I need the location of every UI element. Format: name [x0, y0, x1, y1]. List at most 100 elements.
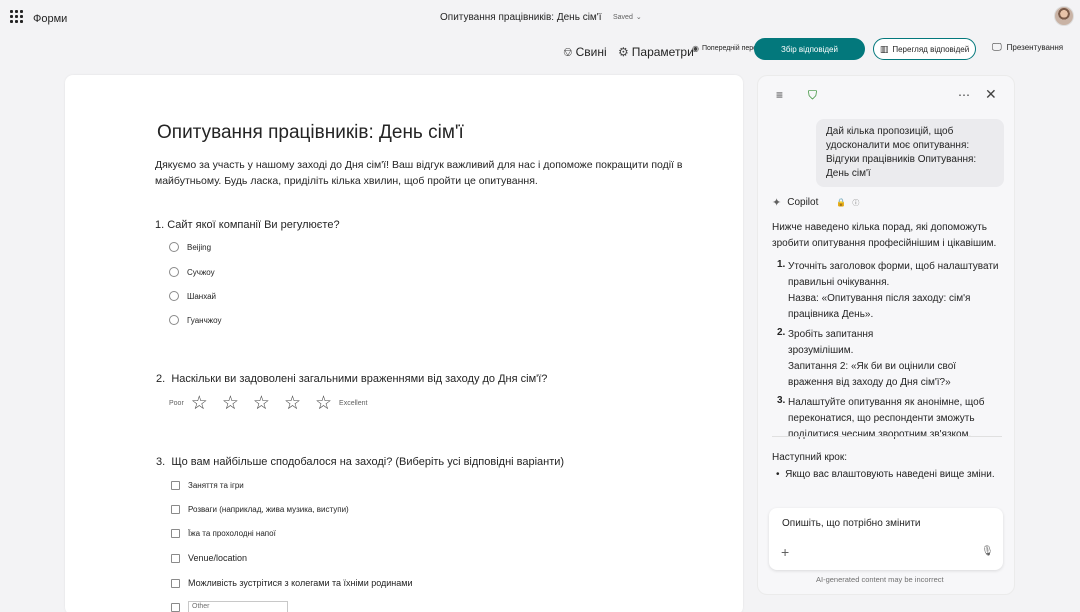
q3-option[interactable]: Venue/location — [171, 553, 247, 563]
theme-label: Свині — [575, 45, 607, 59]
option-label: Можливість зустрітися з колегами та їхні… — [188, 578, 413, 588]
saved-label: Saved — [613, 14, 633, 21]
radio-button[interactable] — [169, 267, 179, 277]
eye-icon: ◉ — [692, 43, 699, 53]
bullet-icon: • — [776, 469, 780, 480]
review-label: Перегляд відповідей — [892, 44, 970, 54]
copilot-intro: Нижче наведено кілька порад, які допомож… — [772, 222, 997, 249]
form-title[interactable]: Опитування працівників: День сім'ї — [157, 122, 464, 144]
chart-icon: ▥ — [879, 43, 889, 54]
q3-option[interactable]: Їжа та прохолодні напої — [171, 529, 276, 538]
tip-2-detail: Запитання 2: «Як би ви оцінили свої враж… — [788, 361, 957, 388]
avatar[interactable] — [1054, 6, 1074, 26]
question-2-title[interactable]: 2. Наскільки ви задоволені загальними вр… — [156, 373, 547, 385]
radio-button[interactable] — [169, 315, 179, 325]
checkbox[interactable] — [171, 529, 180, 538]
other-input[interactable]: Other — [188, 601, 288, 612]
collect-label: Збір відповідей — [781, 44, 838, 54]
rating-low-label: Poor — [169, 400, 184, 407]
checkbox[interactable] — [171, 553, 180, 563]
option-label: Venue/location — [188, 553, 248, 563]
radio-button[interactable] — [169, 291, 179, 301]
radio-button[interactable] — [169, 242, 179, 252]
saved-status[interactable]: Saved ⌄ — [613, 13, 642, 21]
copilot-icon: ✦ — [772, 197, 782, 209]
top-bar: Форми Опитування працівників: День сім'ї… — [0, 0, 1080, 36]
q1-option[interactable]: Гуанчжоу — [169, 315, 221, 325]
lock-icon: 🔒 — [836, 198, 847, 207]
question-3-title[interactable]: 3. Що вам найбільше сподобалося на заход… — [156, 456, 564, 468]
copilot-composer[interactable]: Опишіть, що потрібно змінити + 🎙 — [769, 508, 1003, 570]
close-icon[interactable]: ✕ — [985, 86, 997, 103]
option-label: Заняття та ігри — [188, 481, 244, 490]
present-label: Презентування — [1006, 43, 1064, 52]
star-icon[interactable]: ☆ — [315, 394, 332, 413]
palette-icon: ⎊ — [563, 44, 573, 59]
review-responses-button[interactable]: ▥ Перегляд відповідей — [873, 38, 976, 60]
plus-icon[interactable]: + — [781, 544, 789, 560]
settings-button[interactable]: ⚙ Параметри — [618, 40, 694, 64]
app-launcher-icon[interactable] — [10, 10, 24, 24]
q3-option-other[interactable]: Other — [171, 601, 288, 612]
tip-number: 3. — [777, 395, 786, 406]
chevron-down-icon: ⌄ — [635, 14, 642, 21]
monitor-icon: 🖵 — [992, 42, 1002, 53]
ai-disclaimer: AI-generated content may be incorrect — [816, 575, 944, 584]
tip-1-detail: Назва: «Опитування після заходу: сім'я п… — [788, 293, 971, 320]
checkbox[interactable] — [171, 578, 180, 588]
composer-placeholder[interactable]: Опишіть, що потрібно змінити — [782, 518, 921, 529]
next-step-text: Якщо вас влаштовують наведені вище зміни… — [785, 469, 995, 480]
q3-option[interactable]: Розваги (наприклад, жива музика, виступи… — [171, 505, 349, 514]
star-icon[interactable]: ☆ — [284, 394, 301, 413]
divider — [772, 436, 1002, 437]
question-number: 3. — [156, 456, 166, 468]
question-1-title[interactable]: 1. Сайт якої компанії Ви регулюєте? — [155, 219, 340, 231]
app-name[interactable]: Форми — [33, 13, 67, 25]
rating-high-label: Excellent — [339, 400, 368, 407]
option-label: Гуанчжоу — [187, 315, 222, 325]
menu-icon[interactable]: ≡ — [776, 88, 783, 102]
user-message: Дай кілька пропозицій, щоб удосконалити … — [816, 119, 1004, 187]
option-label: Розваги (наприклад, жива музика, виступи… — [188, 505, 349, 514]
q1-option[interactable]: Сучжоу — [169, 267, 215, 277]
question-text: Що вам найбільше сподобалося на заході? … — [171, 456, 565, 468]
tip-number: 1. — [777, 259, 786, 270]
question-number: 2. — [156, 373, 166, 385]
question-text: Наскільки ви задоволені загальними враже… — [171, 373, 548, 385]
shield-icon[interactable]: ⛉ — [808, 88, 817, 103]
microphone-icon[interactable]: 🎙 — [981, 546, 994, 557]
star-rating[interactable]: Poor ☆ ☆ ☆ ☆ ☆ Excellent — [169, 394, 367, 413]
checkbox[interactable] — [171, 481, 180, 490]
tip-1-text: Уточніть заголовок форми, щоб налаштуват… — [788, 261, 999, 288]
option-label: Сучжоу — [187, 267, 215, 277]
copilot-header: ✦ Copilot 🔒 ⓘ — [772, 196, 859, 209]
q1-option[interactable]: Beijing — [169, 242, 211, 252]
q3-option[interactable]: Заняття та ігри — [171, 481, 244, 490]
q3-option[interactable]: Можливість зустрітися з колегами та їхні… — [171, 578, 413, 588]
more-icon[interactable]: ⋯ — [958, 88, 970, 102]
star-icon[interactable]: ☆ — [222, 394, 239, 413]
info-icon[interactable]: ⓘ — [852, 198, 859, 208]
collect-responses-button[interactable]: Збір відповідей — [754, 38, 865, 60]
checkbox[interactable] — [171, 505, 180, 514]
tip-number: 2. — [777, 327, 786, 338]
present-button[interactable]: 🖵 Презентування — [992, 42, 1063, 53]
star-icon[interactable]: ☆ — [191, 394, 208, 413]
option-label: Їжа та прохолодні напої — [188, 529, 276, 538]
gear-icon: ⚙ — [618, 45, 629, 59]
q1-option[interactable]: Шанхай — [169, 291, 216, 301]
next-step-heading: Наступний крок: — [772, 452, 848, 463]
form-canvas: Опитування працівників: День сім'ї Дякує… — [65, 75, 743, 612]
copilot-panel: ≡ ⛉ ⋯ ✕ Дай кілька пропозицій, щоб удоск… — [757, 75, 1015, 595]
star-icon[interactable]: ☆ — [253, 394, 270, 413]
form-description[interactable]: Дякуємо за участь у нашому заході до Дня… — [155, 157, 705, 189]
tip-2-text: Зробіть запитання зрозумілішим. — [788, 329, 874, 356]
option-label: Beijing — [187, 242, 212, 252]
settings-label: Параметри — [631, 45, 694, 59]
option-label: Шанхай — [187, 291, 217, 301]
theme-button[interactable]: ⎊ Свині — [563, 40, 607, 64]
next-step-bullet: • Якщо вас влаштовують наведені вище змі… — [776, 467, 1006, 489]
document-title[interactable]: Опитування працівників: День сім'ї — [440, 12, 601, 23]
copilot-name: Copilot — [787, 197, 819, 208]
checkbox[interactable] — [171, 602, 180, 612]
